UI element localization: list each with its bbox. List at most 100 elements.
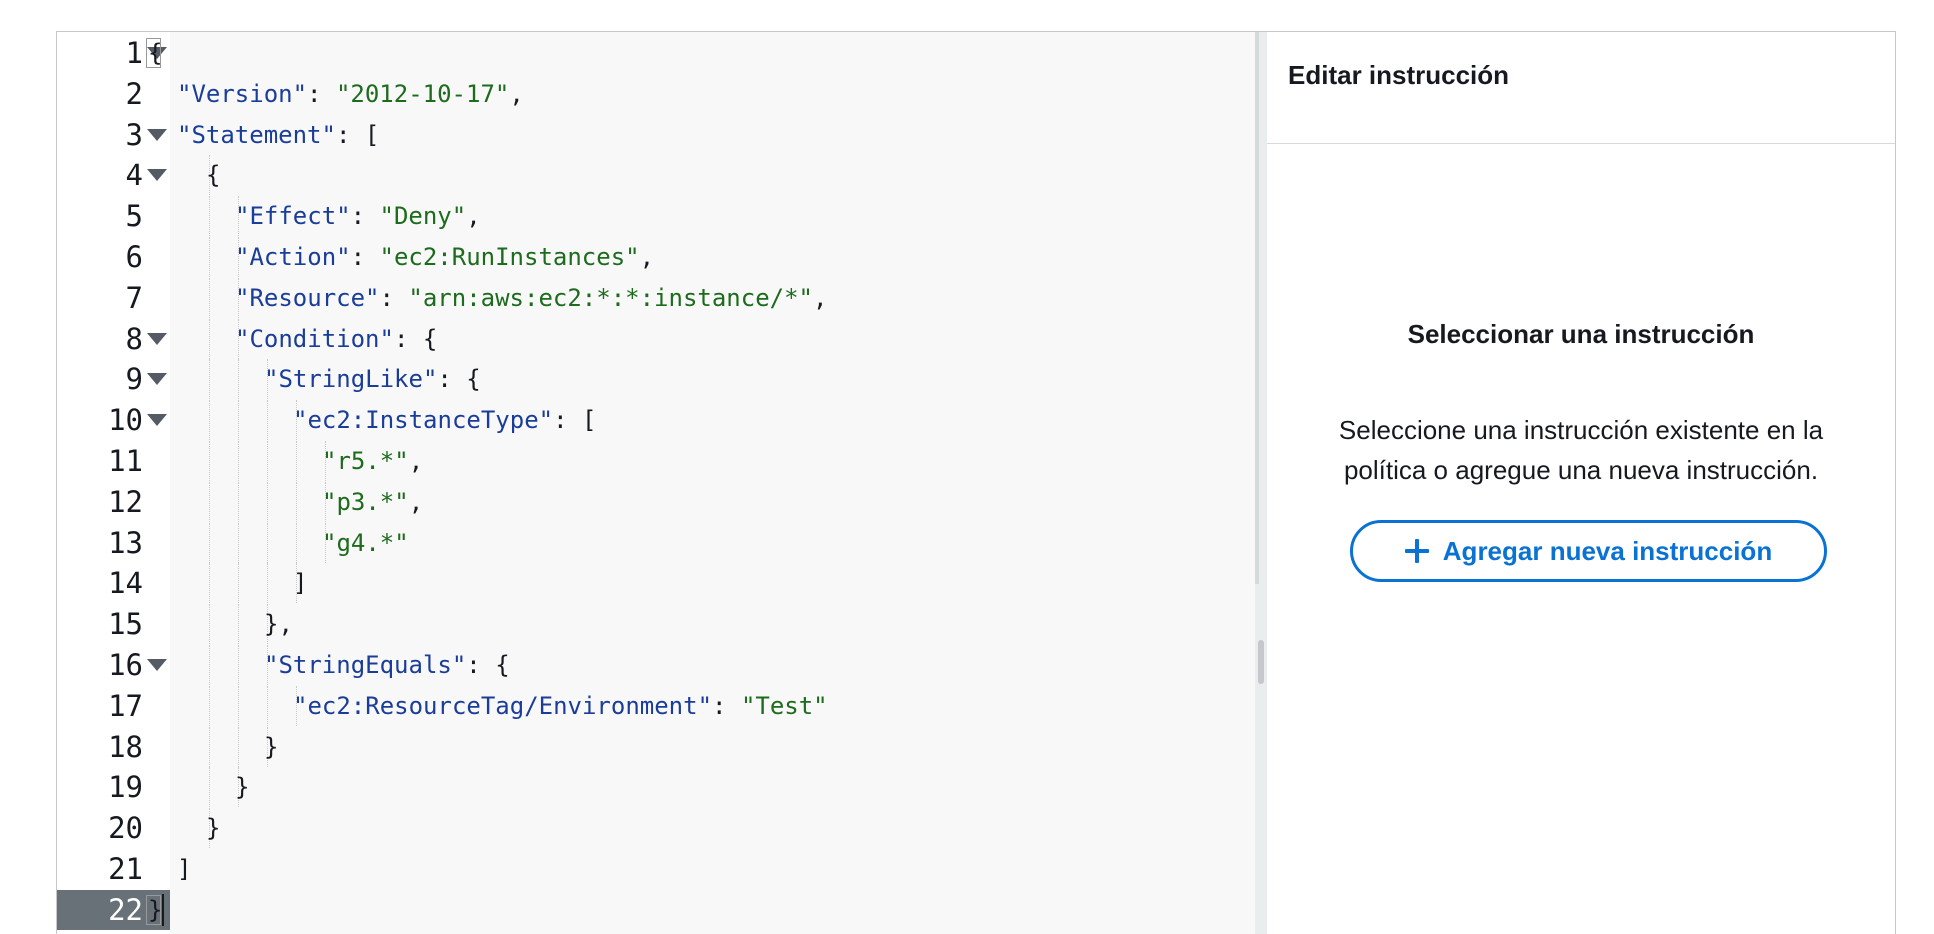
json-punctuation: : { <box>437 365 481 394</box>
code-line[interactable]: 20} <box>57 808 1255 849</box>
code-line[interactable]: 13 "g4.*" <box>57 522 1255 563</box>
json-punctuation: : <box>350 202 380 231</box>
fold-arrow-icon[interactable] <box>147 128 167 141</box>
code-line[interactable]: 8 "Condition": { <box>57 318 1255 359</box>
empty-state-title: Seleccionar una instrucción <box>1407 319 1755 349</box>
line-number: 9 <box>125 362 143 397</box>
json-string: "Deny" <box>379 202 467 231</box>
code-line[interactable]: 1{ <box>57 33 1255 73</box>
json-punctuation: , <box>408 487 424 516</box>
code-text: "r5.*", <box>322 441 423 481</box>
indent-guide <box>267 441 268 481</box>
code-line[interactable]: 4{ <box>57 155 1255 196</box>
indent-guide <box>209 441 210 481</box>
line-number: 13 <box>108 525 143 560</box>
code-line[interactable]: 16 "StringEquals": { <box>57 645 1255 685</box>
code-line[interactable]: 17 "ec2:ResourceTag/Environment": "Test" <box>57 685 1255 726</box>
json-key: "ec2:InstanceType" <box>293 406 554 435</box>
plus-icon <box>1404 539 1429 563</box>
json-punctuation: : <box>712 691 741 720</box>
code-text: "Action": "ec2:RunInstances", <box>235 237 654 277</box>
json-punctuation: : <box>350 243 380 271</box>
indent-guide <box>296 441 297 481</box>
code-line[interactable]: 15}, <box>57 604 1255 645</box>
line-number: 3 <box>125 117 143 152</box>
json-key: "Condition" <box>235 324 394 353</box>
json-punctuation: , <box>509 79 524 108</box>
indent-guide <box>209 726 210 767</box>
json-punctuation: ] <box>293 569 308 598</box>
code-line[interactable]: 18} <box>57 726 1255 767</box>
code-text: } <box>206 808 220 848</box>
json-punctuation: : <box>379 283 409 312</box>
indent-guide <box>209 277 210 318</box>
code-line[interactable]: 19} <box>57 767 1255 808</box>
indent-guide <box>209 400 210 441</box>
indent-guide <box>209 685 210 726</box>
json-punctuation: : <box>307 79 336 108</box>
code-line[interactable]: 22} <box>57 889 1255 930</box>
empty-state-description: Seleccione una instrucción existente en … <box>1338 415 1824 485</box>
json-key: "Effect" <box>235 202 351 231</box>
fold-arrow-icon[interactable] <box>147 332 167 345</box>
code-text: "Effect": "Deny", <box>235 196 481 236</box>
code-line[interactable]: 5 "Effect": "Deny", <box>57 196 1255 237</box>
code-line[interactable]: 2 "Version": "2012-10-17", <box>57 74 1255 114</box>
fold-arrow-icon[interactable] <box>147 659 167 671</box>
line-number: 21 <box>108 852 143 886</box>
add-new-statement-button[interactable]: Agregar nueva instrucción <box>1350 520 1827 582</box>
fold-arrow-icon[interactable] <box>147 414 167 427</box>
fold-arrow-icon[interactable] <box>147 373 167 386</box>
code-text: "StringEquals": { <box>264 645 510 685</box>
json-key: "ec2:ResourceTag/Environment" <box>293 691 713 720</box>
json-key: "Version" <box>177 79 308 108</box>
json-code-editor[interactable]: 1{2 "Version": "2012-10-17", 3 "Statement":… <box>57 32 1255 934</box>
code-text: { <box>206 155 220 195</box>
code-text: }, <box>264 604 293 644</box>
code-line[interactable]: 3 "Statement": [ <box>57 115 1255 155</box>
indent-guide <box>296 522 297 563</box>
indent-guide <box>238 604 239 645</box>
line-number: 4 <box>125 158 143 193</box>
indent-guide <box>238 645 239 685</box>
code-line[interactable]: 10 "ec2:InstanceType": [ <box>57 400 1255 441</box>
code-line[interactable]: 6 "Action": "ec2:RunInstances", <box>57 237 1255 277</box>
json-key: "Action" <box>235 243 351 271</box>
json-punctuation: : { <box>393 324 438 353</box>
line-number: 5 <box>125 199 143 234</box>
code-text: "StringLike": { <box>264 359 481 399</box>
json-string: "arn:aws:ec2:*:*:instance/*" <box>408 283 813 312</box>
json-punctuation: , <box>812 283 828 312</box>
indent-guide <box>209 318 210 359</box>
line-number: 10 <box>108 403 143 438</box>
indent-guide <box>209 196 210 237</box>
code-line[interactable]: 12 "p3.*", <box>57 481 1255 522</box>
fold-arrow-icon[interactable] <box>147 169 167 182</box>
json-punctuation: } <box>235 773 250 802</box>
line-number: 7 <box>125 280 143 315</box>
resize-handle[interactable] <box>1258 640 1264 684</box>
code-line[interactable]: 11 "r5.*", <box>57 441 1255 481</box>
indent-guide <box>238 481 239 522</box>
indent-guide <box>267 563 268 604</box>
code-line[interactable]: 7 "Resource": "arn:aws:ec2:*:*:instance/*… <box>57 277 1255 318</box>
indent-guide <box>209 604 210 645</box>
code-line[interactable]: 21] <box>57 849 1255 889</box>
code-line[interactable]: 14] <box>57 563 1255 604</box>
code-text: "Resource": "arn:aws:ec2:*:*:instance/*"… <box>235 278 827 318</box>
json-punctuation: : [ <box>335 120 380 149</box>
indent-guide <box>267 522 268 563</box>
line-number: 17 <box>108 688 143 723</box>
code-line[interactable]: 9 "StringLike": { <box>57 359 1255 400</box>
code-text: "Statement": [ <box>177 115 379 155</box>
panel-title: Editar instrucción <box>1288 60 1510 90</box>
json-punctuation: , <box>466 202 481 231</box>
indent-guide <box>238 563 239 604</box>
line-number: 8 <box>125 321 143 356</box>
json-punctuation: }, <box>264 610 293 639</box>
line-number: 14 <box>108 566 143 601</box>
panel-header: Editar instrucción <box>1267 32 1895 144</box>
editor-scrollbar[interactable] <box>1255 32 1259 584</box>
line-number: 6 <box>125 240 143 274</box>
json-punctuation: { <box>206 161 221 190</box>
